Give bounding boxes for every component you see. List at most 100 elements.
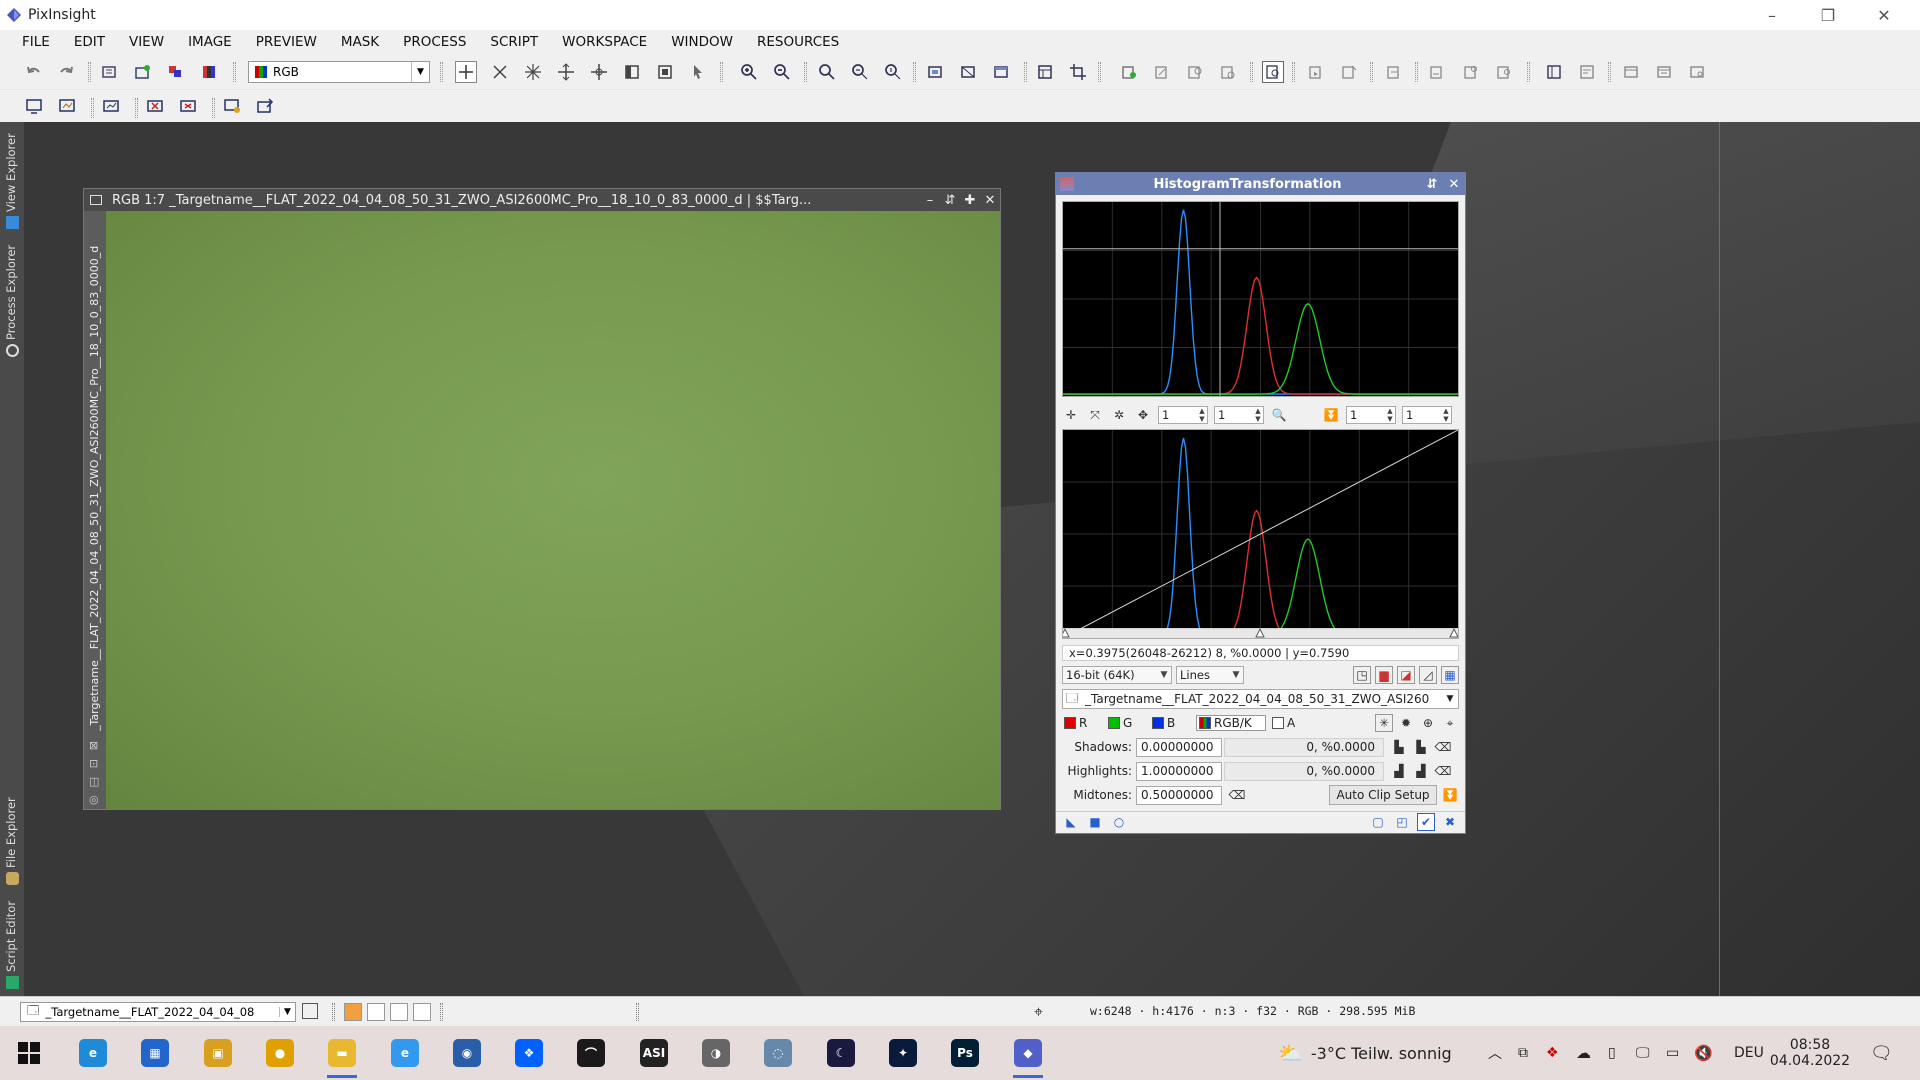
menu-window[interactable]: WINDOW bbox=[659, 30, 745, 54]
reset-shadows-icon[interactable]: ⌫ bbox=[1434, 738, 1452, 756]
check-icon[interactable]: ✔ bbox=[1417, 812, 1435, 831]
maximize-window-button[interactable]: ✚ bbox=[960, 193, 980, 208]
cloud-icon[interactable]: ☁ bbox=[1576, 1026, 1591, 1080]
color-swatch-icon[interactable] bbox=[344, 1003, 362, 1021]
new-instance-icon[interactable]: ◣ bbox=[1062, 813, 1080, 831]
pointer-icon[interactable] bbox=[687, 61, 709, 83]
preview-toggle-icon[interactable]: ⊡ bbox=[89, 757, 98, 770]
rgb-histogram-icon[interactable]: ▆ bbox=[1375, 666, 1393, 684]
workspace-3-icon[interactable] bbox=[1686, 61, 1708, 83]
zoom-fit-icon[interactable] bbox=[489, 61, 511, 83]
transfer-curve-icon[interactable]: ◿ bbox=[1419, 666, 1437, 684]
preview-b-icon[interactable] bbox=[1460, 61, 1482, 83]
sync-icon[interactable]: ◉ bbox=[448, 1034, 486, 1072]
screen-transfer-icon[interactable] bbox=[56, 95, 78, 117]
minimize-button[interactable]: – bbox=[1744, 0, 1800, 30]
app-yellow-icon[interactable]: ▣ bbox=[199, 1034, 237, 1072]
white-swatch-icon[interactable] bbox=[367, 1003, 385, 1021]
apply-global-icon[interactable]: ○ bbox=[1110, 813, 1128, 831]
window-icon[interactable] bbox=[990, 61, 1012, 83]
zoom-fill-icon[interactable] bbox=[882, 61, 904, 83]
menu-preview[interactable]: PREVIEW bbox=[244, 30, 329, 54]
new-preview-icon[interactable] bbox=[654, 61, 676, 83]
menu-image[interactable]: IMAGE bbox=[176, 30, 244, 54]
log-scale-icon[interactable]: ◳ bbox=[1353, 666, 1371, 684]
channel-combo[interactable]: RGB ▼ bbox=[248, 61, 430, 83]
usb-icon[interactable]: ⧉ bbox=[1518, 1026, 1528, 1080]
channel-g[interactable]: G bbox=[1108, 716, 1152, 730]
crosshair-icon[interactable]: ⌖ bbox=[1441, 714, 1459, 732]
vertical-zoom-input[interactable]: 1 ▲ ▼ bbox=[1214, 406, 1264, 424]
menu-script[interactable]: SCRIPT bbox=[478, 30, 550, 54]
console-panel-icon[interactable] bbox=[1576, 61, 1598, 83]
preview-a-icon[interactable] bbox=[1426, 61, 1448, 83]
weather-widget[interactable]: ⛅ -3°C Teilw. sonnig bbox=[1278, 1026, 1452, 1080]
stf-apply-icon[interactable] bbox=[100, 95, 122, 117]
reset-midtones-icon[interactable]: ⌫ bbox=[1228, 786, 1246, 804]
fit-image-icon[interactable] bbox=[957, 61, 979, 83]
input-histogram-plot[interactable] bbox=[1062, 201, 1459, 397]
script-run-icon[interactable] bbox=[1305, 61, 1327, 83]
move-icon[interactable] bbox=[555, 61, 577, 83]
script-editor-tab[interactable]: Script Editor bbox=[0, 898, 24, 996]
shade-window-button[interactable]: ⇵ bbox=[940, 193, 960, 208]
horizontal-zoom-input[interactable]: 1 ▲ ▼ bbox=[1158, 406, 1208, 424]
planet-icon[interactable]: ◑ bbox=[697, 1034, 735, 1072]
zoom-fit-window-icon[interactable] bbox=[849, 61, 871, 83]
show-mask-icon[interactable] bbox=[1262, 61, 1284, 83]
edge-icon[interactable]: e bbox=[74, 1034, 112, 1072]
mask-invert-icon[interactable] bbox=[1217, 61, 1239, 83]
image-geometry-icon[interactable] bbox=[1034, 61, 1056, 83]
white-swatch-icon[interactable] bbox=[413, 1003, 431, 1021]
preview-c-icon[interactable] bbox=[1493, 61, 1515, 83]
reset-highlights-icon[interactable]: ⌫ bbox=[1434, 762, 1452, 780]
screen-icon[interactable] bbox=[23, 95, 45, 117]
undo-icon[interactable] bbox=[23, 61, 45, 83]
stf-clear-icon[interactable] bbox=[177, 95, 199, 117]
file-explorer-tab[interactable]: File Explorer bbox=[0, 790, 24, 890]
auto-shadows-icon[interactable]: ▙ bbox=[1390, 738, 1408, 756]
power-icon[interactable]: ▭ bbox=[1666, 1026, 1679, 1080]
chrome-icon[interactable]: ● bbox=[261, 1034, 299, 1072]
zoom-out-icon[interactable] bbox=[771, 61, 793, 83]
folder-icon[interactable]: ▬ bbox=[323, 1034, 361, 1078]
move-icon[interactable]: ✥ bbox=[1134, 406, 1152, 424]
double-chevron-down-icon[interactable]: ⏬ bbox=[1322, 406, 1340, 424]
edit-preview-icon[interactable] bbox=[621, 61, 643, 83]
image-window-titlebar[interactable]: RGB 1:7 _Targetname__FLAT_2022_04_04_08_… bbox=[84, 189, 1000, 211]
center-icon[interactable] bbox=[588, 61, 610, 83]
histogram-titlebar[interactable]: HistogramTransformation ⇵ ✕ bbox=[1056, 173, 1465, 195]
stellarium-icon[interactable]: ☾ bbox=[822, 1034, 860, 1072]
menu-edit[interactable]: EDIT bbox=[62, 30, 117, 54]
reset-icon[interactable]: ◰ bbox=[1393, 813, 1411, 831]
zoom-fit-icon[interactable]: ⤧ bbox=[1086, 406, 1104, 424]
orbit-icon[interactable]: ◌ bbox=[759, 1034, 797, 1072]
view-explorer-tab[interactable]: View Explorer bbox=[0, 126, 24, 236]
settings-toggle-icon[interactable]: ◎ bbox=[89, 793, 99, 806]
channel-b[interactable]: B bbox=[1152, 716, 1196, 730]
readout-icon[interactable]: ✛ bbox=[1062, 406, 1080, 424]
auto-zero-icon[interactable]: ⊕ bbox=[1419, 714, 1437, 732]
image-canvas[interactable] bbox=[106, 211, 1000, 809]
view-select[interactable]: 🗔 _Targetname__FLAT_2022_04_04_08 ▼ bbox=[20, 1002, 296, 1022]
auto-clip-icon[interactable]: ✹ bbox=[1397, 714, 1415, 732]
windows-start-icon[interactable] bbox=[10, 1034, 48, 1072]
auto-highlights-all-icon[interactable]: ▟ bbox=[1412, 762, 1430, 780]
image-window[interactable]: RGB 1:7 _Targetname__FLAT_2022_04_04_08_… bbox=[83, 188, 1001, 810]
readout-mode-icon[interactable] bbox=[455, 61, 477, 83]
workspace-1-icon[interactable] bbox=[1620, 61, 1642, 83]
auto-clip-setup-button[interactable]: Auto Clip Setup bbox=[1329, 785, 1437, 805]
dropbox-icon[interactable]: ❖ bbox=[510, 1034, 548, 1072]
reset-channel-icon[interactable]: ✳ bbox=[1375, 714, 1393, 732]
midtones-input[interactable]: 0.50000000 bbox=[1136, 785, 1222, 805]
output-h-zoom-input[interactable]: 1 ▲ ▼ bbox=[1346, 406, 1396, 424]
photoshop-icon[interactable]: Ps bbox=[946, 1034, 984, 1072]
white-swatch-icon[interactable] bbox=[390, 1003, 408, 1021]
channel-a[interactable]: A bbox=[1272, 716, 1312, 730]
close-window-button[interactable]: ✕ bbox=[980, 193, 1000, 208]
language-indicator[interactable]: DEU bbox=[1734, 1026, 1764, 1080]
grid-icon[interactable]: ▦ bbox=[1441, 666, 1459, 684]
clock[interactable]: 08:58 04.04.2022 bbox=[1770, 1026, 1850, 1080]
stf-toggle-icon[interactable]: ◫ bbox=[89, 775, 99, 788]
notification-icon[interactable]: 🗨 bbox=[1870, 1026, 1893, 1080]
